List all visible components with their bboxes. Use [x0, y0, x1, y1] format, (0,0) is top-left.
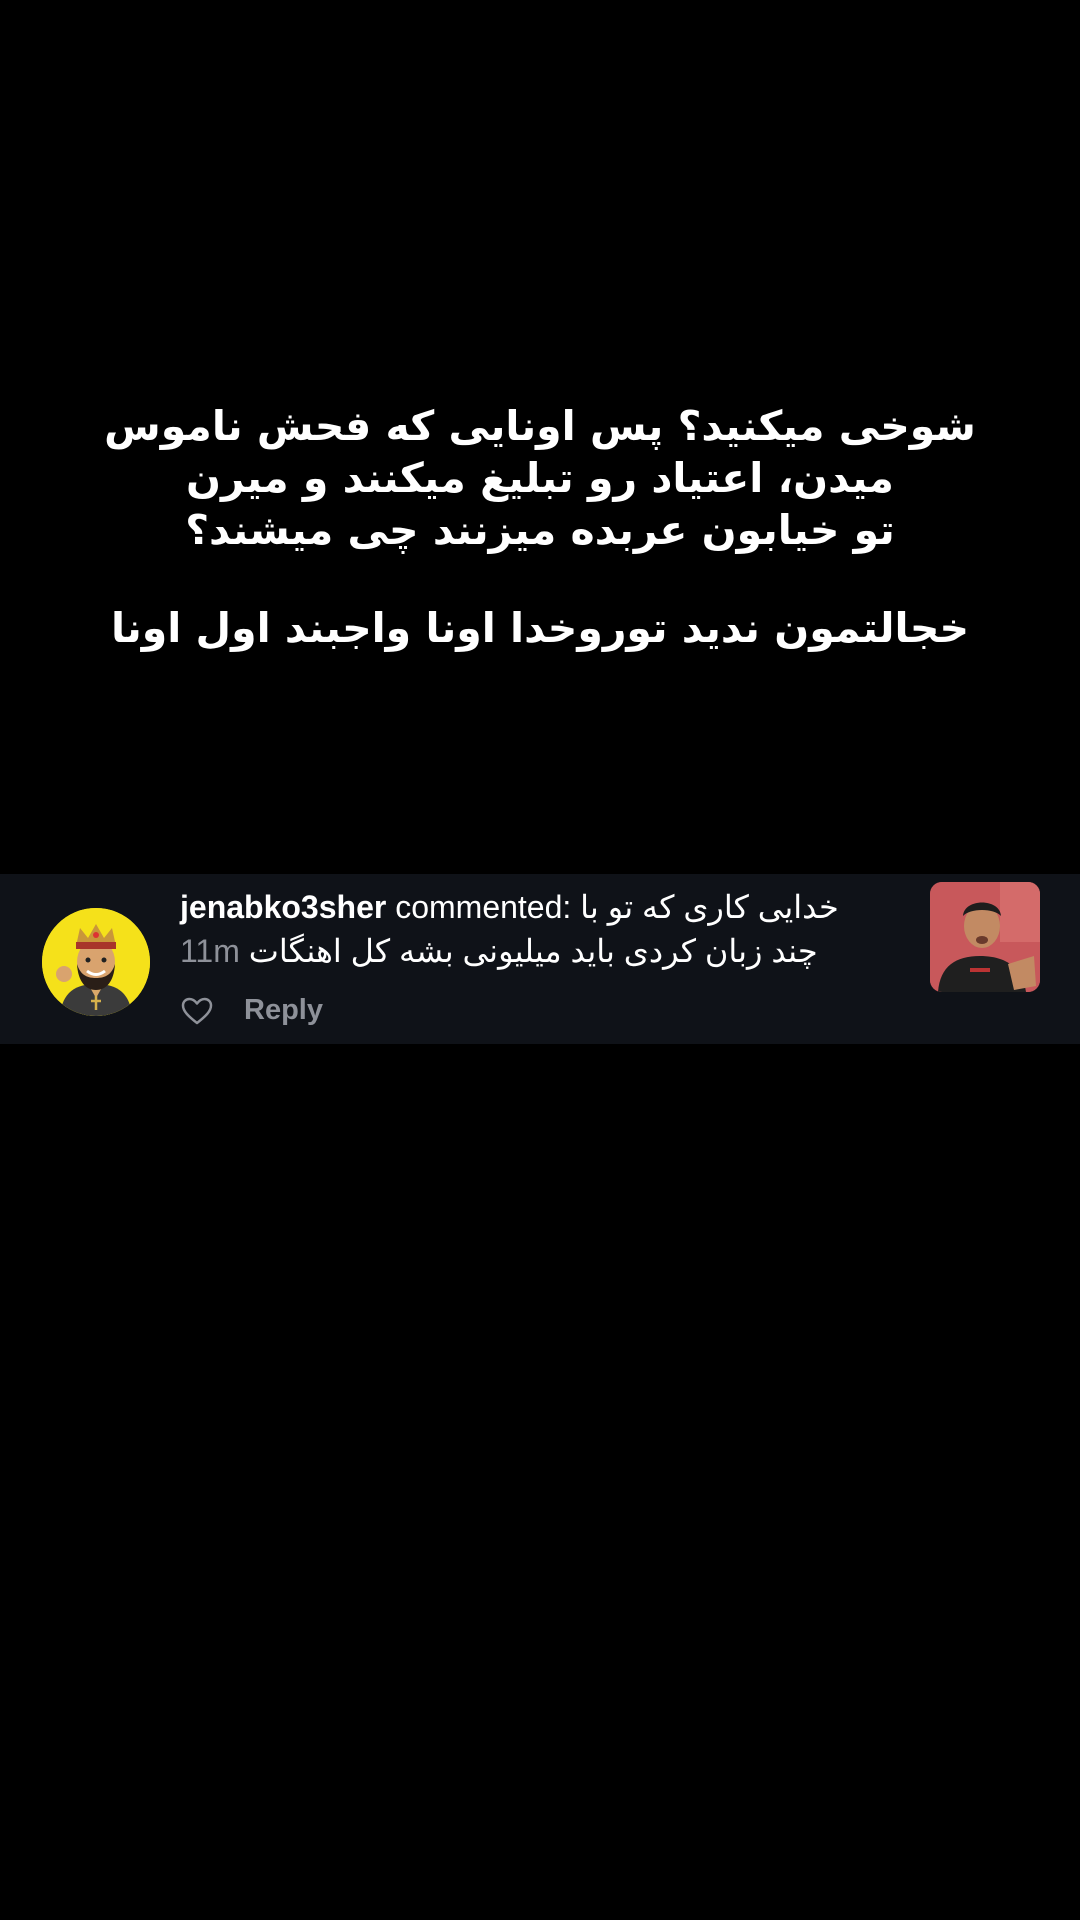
- video-thumbnail-man-icon[interactable]: [930, 882, 1040, 992]
- crowned-man-avatar-icon[interactable]: [42, 908, 150, 1016]
- heart-outline-icon[interactable]: [180, 996, 214, 1026]
- comment-actions: Reply: [180, 994, 323, 1027]
- comment-first-line: jenabko3sher commented: خدایی کاری که تو…: [180, 886, 910, 928]
- comment-text-part2: چند زبان کردی باید میلیونی بشه کل اهنگات: [248, 933, 818, 969]
- story-line: خجالتمون ندید توروخدا اونا واجبند اول او…: [110, 604, 970, 652]
- story-text: شوخی میکنید؟ پس اونایی که فحش ناموس میدن…: [90, 400, 990, 654]
- story-line: شوخی میکنید؟ پس اونایی که فحش ناموس: [104, 402, 976, 450]
- comment-time: 11m: [180, 933, 240, 969]
- comment-card[interactable]: jenabko3sher commented: خدایی کاری که تو…: [0, 874, 1080, 1044]
- comment-second-line: چند زبان کردی باید میلیونی بشه کل اهنگات…: [180, 930, 910, 972]
- comment-body: jenabko3sher commented: خدایی کاری که تو…: [180, 886, 910, 972]
- reply-button[interactable]: Reply: [244, 994, 323, 1027]
- comment-text-part1: خدایی کاری که تو با: [580, 889, 839, 925]
- story-line: میدن، اعتیاد رو تبلیغ میکنند و میرن: [186, 454, 894, 502]
- comment-username[interactable]: jenabko3sher: [180, 889, 386, 925]
- story-line: تو خیابون عربده میزنند چی میشند؟: [185, 506, 895, 554]
- comment-verb: commented:: [395, 889, 572, 925]
